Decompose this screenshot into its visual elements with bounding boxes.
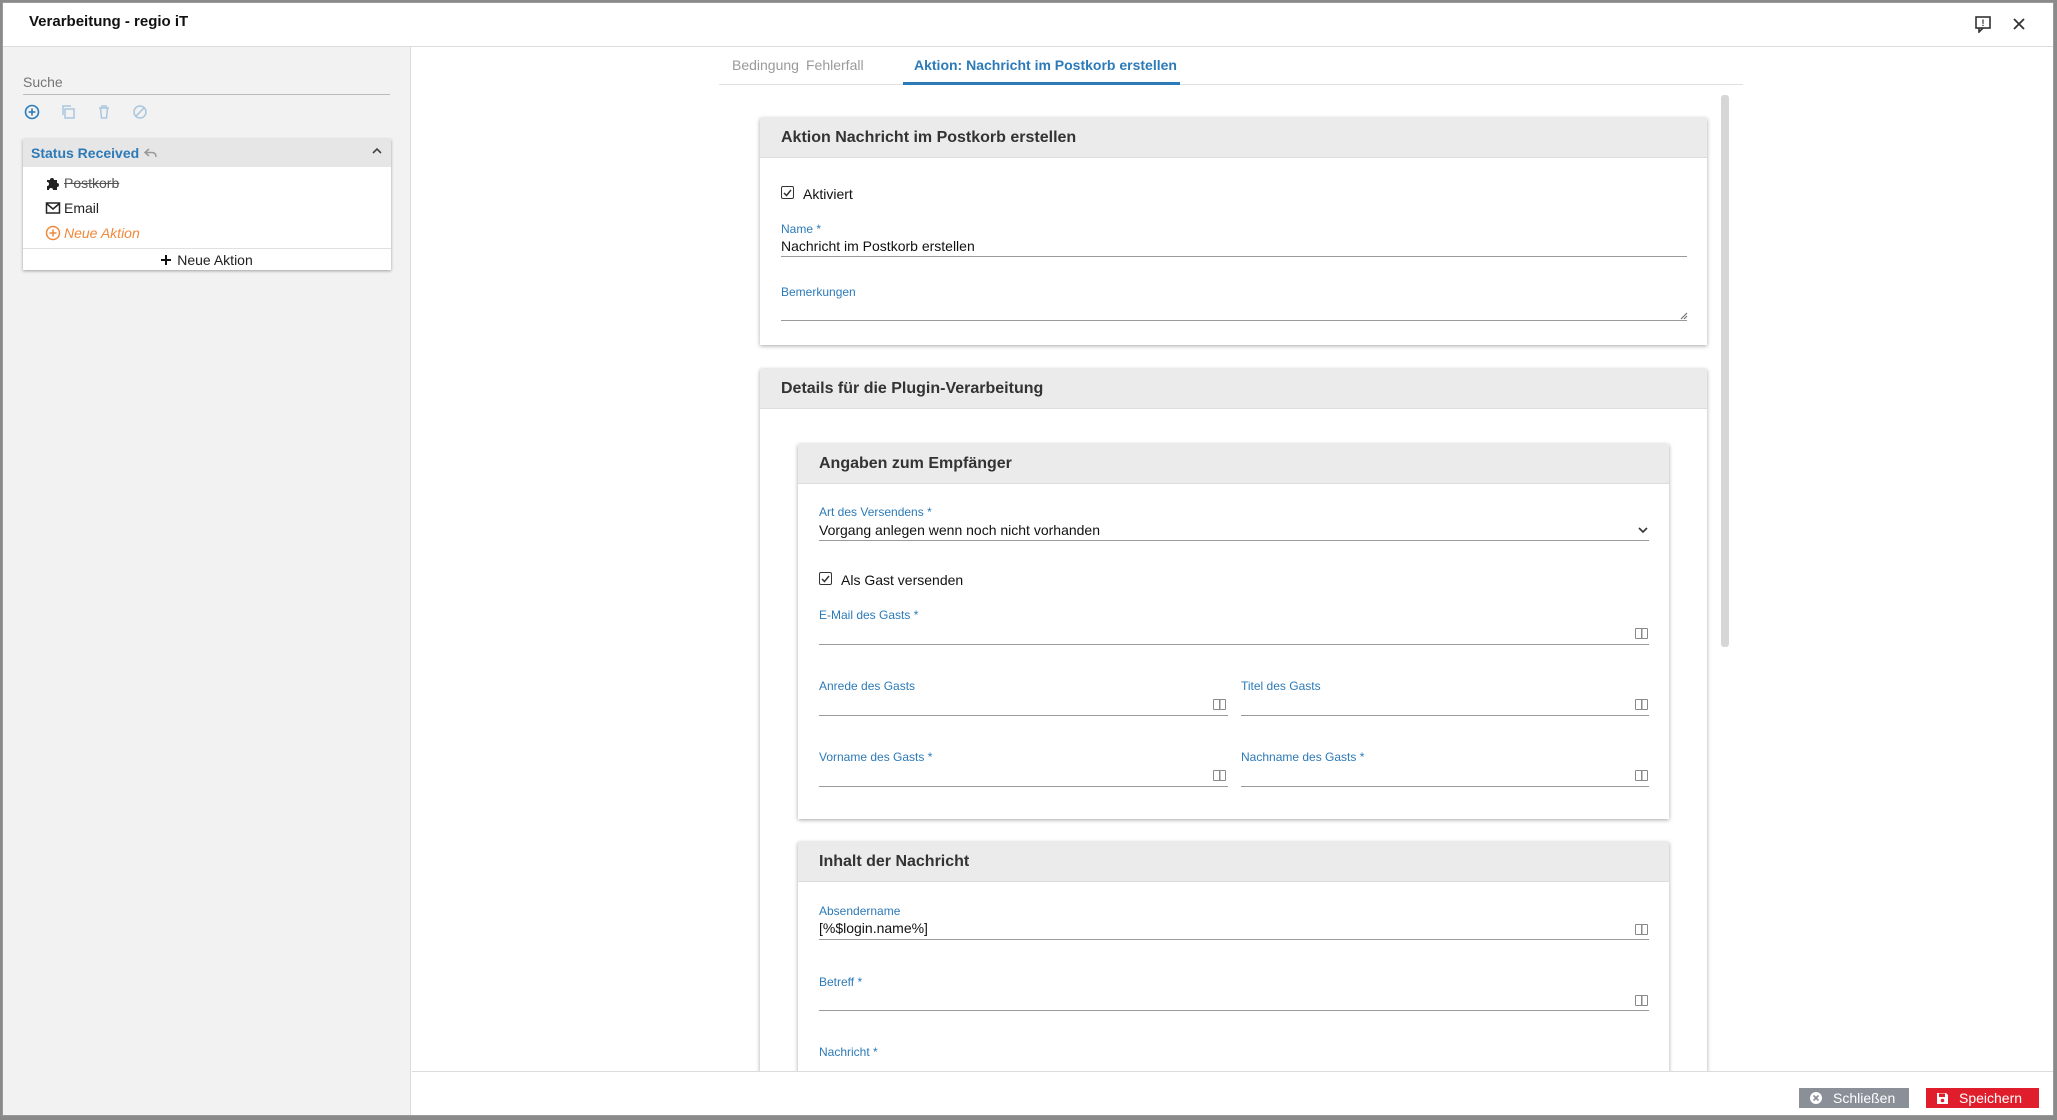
tree-item-label: Postkorb <box>64 174 120 191</box>
remarks-underline <box>781 320 1687 321</box>
add-action-label: Neue Aktion <box>177 251 253 268</box>
tab-bar: Bedingung Fehlerfall Aktion: Nachricht i… <box>719 47 1743 85</box>
active-tab-indicator <box>903 82 1180 85</box>
sender-name-field[interactable]: [%$login.name%] <box>819 920 928 936</box>
tab-fehlerfall[interactable]: Fehlerfall <box>806 57 864 73</box>
tree-item-new-action[interactable]: Neue Aktion <box>23 220 391 245</box>
message-label: Nachricht * <box>819 1045 878 1059</box>
plus-circle-icon <box>45 225 61 241</box>
close-icon[interactable] <box>2008 13 2030 35</box>
guest-title-underline <box>1241 715 1649 716</box>
title-bar: Verarbeitung - regio iT ! <box>3 3 2053 47</box>
disable-icon[interactable] <box>131 103 149 121</box>
name-underline <box>781 256 1687 257</box>
book-icon[interactable] <box>1635 770 1648 781</box>
name-label: Name * <box>781 222 822 236</box>
book-icon[interactable] <box>1213 770 1226 781</box>
guest-email-underline <box>819 644 1649 645</box>
chevron-down-icon[interactable] <box>1637 525 1649 535</box>
book-icon[interactable] <box>1635 628 1648 639</box>
tab-aktion[interactable]: Aktion: Nachricht im Postkorb erstellen <box>914 57 1177 73</box>
send-type-underline <box>819 540 1649 541</box>
action-card: Aktion Nachricht im Postkorb erstellen A… <box>760 118 1707 345</box>
guest-firstname-field[interactable] <box>819 766 1204 784</box>
tree-item-label: Email <box>64 199 100 216</box>
tree-item-email[interactable]: Email <box>23 195 391 220</box>
undo-icon[interactable] <box>144 147 158 159</box>
plugin-card-title: Details für die Plugin-Verarbeitung <box>760 369 1707 409</box>
name-field[interactable]: Nachricht im Postkorb erstellen <box>781 238 975 254</box>
guest-salutation-label: Anrede des Gasts <box>819 679 916 693</box>
chevron-up-icon[interactable] <box>371 145 383 157</box>
message-content-card-title: Inhalt der Nachricht <box>798 842 1669 882</box>
remarks-field[interactable] <box>781 300 1687 318</box>
svg-text:!: ! <box>1982 18 1985 28</box>
add-circle-icon[interactable] <box>23 103 41 121</box>
guest-title-field[interactable] <box>1241 695 1626 713</box>
footer-bar: Schließen Speichern <box>412 1071 2053 1115</box>
activated-checkbox[interactable] <box>781 186 794 199</box>
recipient-card: Angaben zum Empfänger Art des Versendens… <box>798 444 1669 819</box>
send-type-select[interactable]: Vorgang anlegen wenn noch nicht vorhande… <box>819 522 1100 538</box>
as-guest-checkbox[interactable] <box>819 572 832 585</box>
resize-handle-icon[interactable] <box>1680 312 1688 320</box>
book-icon[interactable] <box>1635 699 1648 710</box>
plugin-card: Details für die Plugin-Verarbeitung Anga… <box>760 369 1707 1115</box>
search-input[interactable] <box>23 69 390 95</box>
as-guest-label: Als Gast versenden <box>841 572 964 588</box>
guest-email-label: E-Mail des Gasts * <box>819 608 919 622</box>
sidebar: Status Received Postkorb <box>3 47 411 1115</box>
action-card-title: Aktion Nachricht im Postkorb erstellen <box>760 118 1707 158</box>
status-panel-title: Status Received <box>31 145 140 161</box>
plus-icon <box>161 254 172 265</box>
book-icon[interactable] <box>1213 699 1226 710</box>
feedback-icon[interactable]: ! <box>1972 13 1994 35</box>
window-title: Verarbeitung - regio iT <box>29 13 189 30</box>
remarks-label: Bemerkungen <box>781 285 856 299</box>
subject-label: Betreff * <box>819 975 863 989</box>
dialog-window: Verarbeitung - regio iT ! Status <box>2 2 2054 1116</box>
save-button[interactable]: Speichern <box>1926 1088 2039 1108</box>
subject-underline <box>819 1010 1649 1011</box>
tree-item-postkorb[interactable]: Postkorb <box>23 170 391 195</box>
close-circle-icon <box>1809 1091 1823 1105</box>
status-panel-header[interactable]: Status Received <box>23 139 391 167</box>
guest-firstname-underline <box>819 786 1228 787</box>
sender-name-label: Absendername <box>819 904 901 918</box>
floppy-disk-icon <box>1936 1092 1949 1105</box>
guest-firstname-label: Vorname des Gasts * <box>819 750 933 764</box>
book-icon[interactable] <box>1635 995 1648 1006</box>
close-button[interactable]: Schließen <box>1799 1088 1909 1108</box>
status-panel: Status Received Postkorb Email Neue Akti… <box>23 139 391 270</box>
tab-bedingung[interactable]: Bedingung <box>732 57 799 73</box>
guest-email-field[interactable] <box>819 624 1629 642</box>
copy-icon[interactable] <box>59 103 77 121</box>
save-button-label: Speichern <box>1959 1090 2023 1106</box>
guest-lastname-underline <box>1241 786 1649 787</box>
envelope-icon <box>45 200 61 216</box>
subject-field[interactable] <box>819 991 1629 1009</box>
guest-lastname-label: Nachname des Gasts * <box>1241 750 1365 764</box>
main-content: Bedingung Fehlerfall Aktion: Nachricht i… <box>412 47 2053 1115</box>
trash-icon[interactable] <box>95 103 113 121</box>
recipient-card-title: Angaben zum Empfänger <box>798 444 1669 484</box>
guest-salutation-underline <box>819 715 1228 716</box>
send-type-label: Art des Versendens * <box>819 505 932 519</box>
guest-lastname-field[interactable] <box>1241 766 1626 784</box>
guest-salutation-field[interactable] <box>819 695 1204 713</box>
tree-item-label: Neue Aktion <box>64 224 140 241</box>
book-icon[interactable] <box>1635 924 1648 935</box>
activated-label: Aktiviert <box>803 186 853 202</box>
scrollbar[interactable] <box>1721 95 1729 647</box>
add-action-button[interactable]: Neue Aktion <box>23 248 391 270</box>
puzzle-icon <box>45 175 61 191</box>
sender-name-underline <box>819 939 1649 940</box>
guest-title-label: Titel des Gasts <box>1241 679 1321 693</box>
close-button-label: Schließen <box>1833 1090 1896 1106</box>
sidebar-toolbar <box>23 103 149 121</box>
